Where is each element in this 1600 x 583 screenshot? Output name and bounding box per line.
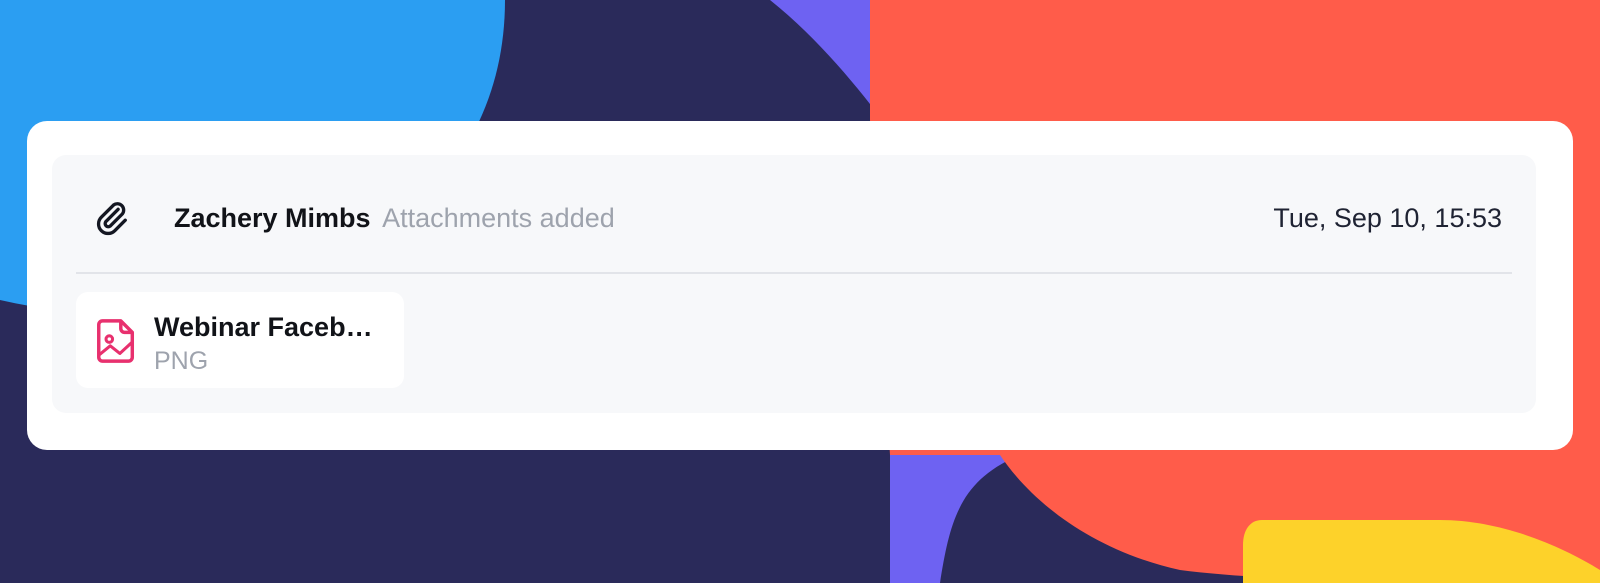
- image-file-icon: [97, 319, 135, 363]
- attachment-item[interactable]: Webinar Facebo… PNG: [76, 292, 404, 388]
- attachment-name[interactable]: Webinar Facebo…: [154, 312, 384, 342]
- attachment-type: PNG: [154, 347, 209, 375]
- activity-description: Zachery Mimbs Attachments added: [174, 201, 615, 235]
- activity-timestamp: Tue, Sep 10, 15:53: [1273, 203, 1502, 233]
- activity-action: Attachments added: [382, 203, 615, 233]
- activity-card: Zachery Mimbs Attachments added Tue, Sep…: [27, 121, 1573, 450]
- activity-header: Zachery Mimbs Attachments added Tue, Sep…: [52, 155, 1536, 273]
- paperclip-icon: [96, 202, 127, 236]
- activity-entry: Zachery Mimbs Attachments added Tue, Sep…: [52, 155, 1536, 413]
- actor-name[interactable]: Zachery Mimbs: [174, 203, 371, 233]
- divider: [76, 272, 1512, 274]
